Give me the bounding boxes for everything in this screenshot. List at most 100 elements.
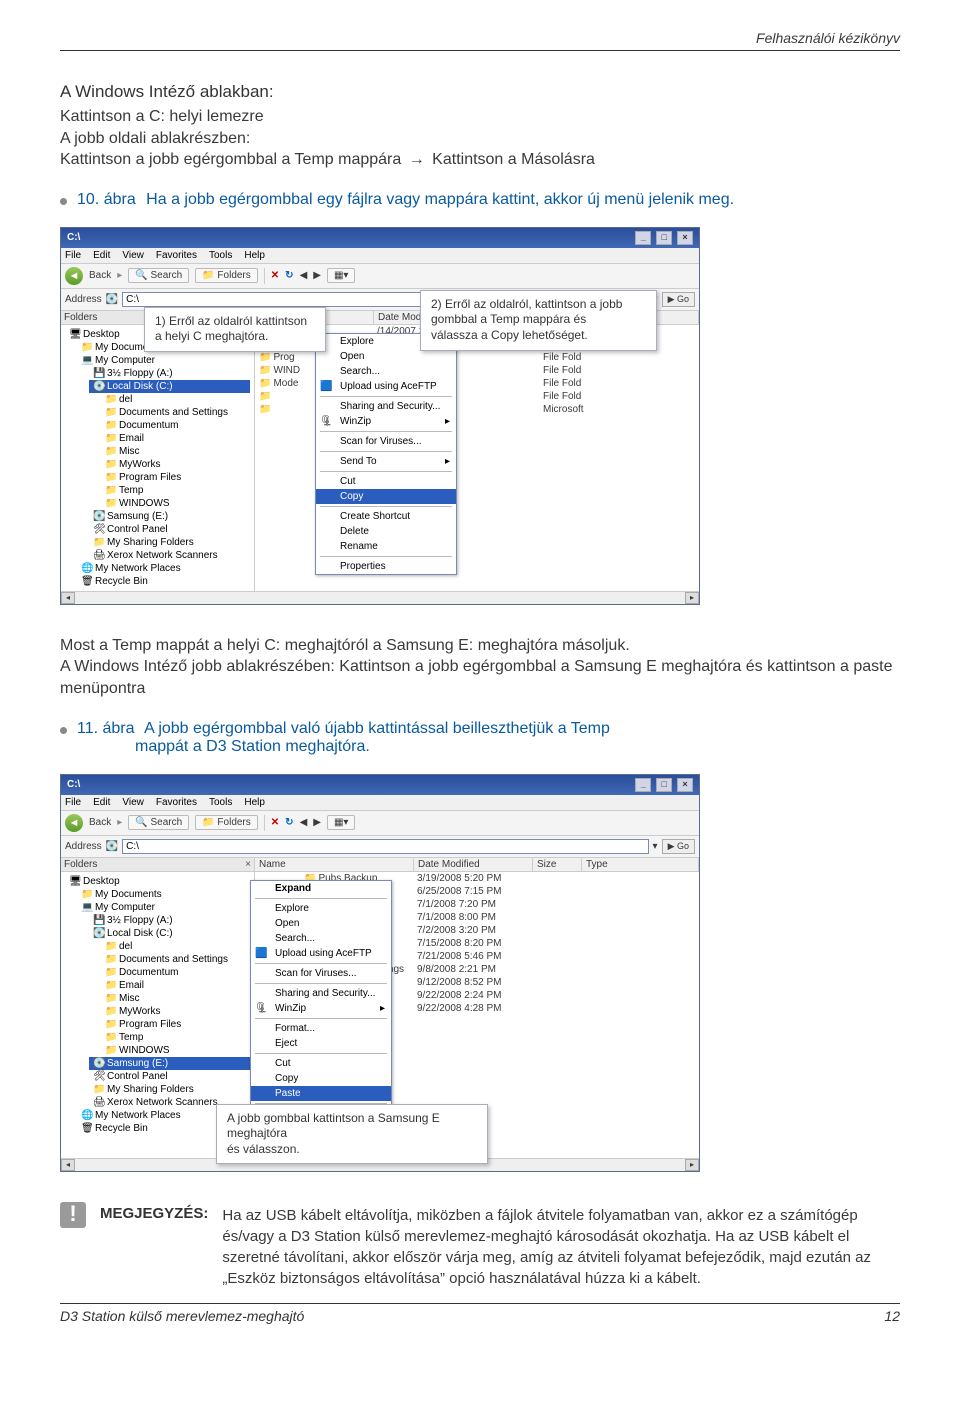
address-input[interactable] [122, 839, 648, 854]
stop-icon[interactable]: ✕ [271, 817, 279, 828]
maximize-button[interactable]: □ [656, 231, 672, 245]
tree-item[interactable]: 💻My Computer [77, 354, 250, 367]
scroll-bar[interactable]: ◂▸ [61, 591, 699, 604]
context-menu[interactable]: ExpandExploreOpenSearch...Upload using A… [250, 880, 392, 1142]
minimize-button[interactable]: _ [635, 778, 651, 792]
prev-icon[interactable]: ◀ [300, 270, 308, 281]
context-menu-item[interactable]: Search... [251, 931, 391, 946]
tree-item[interactable]: 📁WINDOWS [101, 1044, 250, 1057]
search-button[interactable]: 🔍 Search [128, 815, 189, 830]
context-menu-item[interactable]: Sharing and Security... [251, 986, 391, 1001]
tree-item[interactable]: 📁MyWorks [101, 1005, 250, 1018]
close-button[interactable]: × [677, 778, 693, 792]
go-button[interactable]: ▶ Go [662, 839, 695, 854]
col-name[interactable]: Name [255, 858, 414, 871]
tree-item[interactable]: 🛠Control Panel [89, 1070, 250, 1083]
col-size[interactable]: Size [533, 858, 582, 871]
tree-item[interactable]: 💻My Computer [77, 901, 250, 914]
context-menu-item[interactable]: Explore [251, 901, 391, 916]
minimize-button[interactable]: _ [635, 231, 651, 245]
context-menu-item[interactable]: Send To [316, 454, 456, 469]
tree-item[interactable]: 📁Documents and Settings [101, 406, 250, 419]
menu-item[interactable]: View [122, 797, 144, 808]
context-menu-item[interactable]: Copy [316, 489, 456, 504]
tree-item[interactable]: 📁My Sharing Folders [89, 1083, 250, 1096]
context-menu-item[interactable]: Open [251, 916, 391, 931]
close-panel-icon[interactable]: × [245, 859, 251, 870]
tree-item[interactable]: 📁Documentum [101, 419, 250, 432]
context-menu-item[interactable]: Format... [251, 1021, 391, 1036]
tree-item[interactable]: 🛠Control Panel [89, 523, 250, 536]
address-dropdown-icon[interactable]: ▾ [653, 841, 658, 852]
folders-button[interactable]: 📁 Folders [195, 815, 258, 830]
menu-item[interactable]: Help [244, 250, 265, 261]
context-menu-item[interactable]: Upload using AceFTP🟦 [251, 946, 391, 961]
menu-item[interactable]: Tools [209, 797, 232, 808]
tree-item[interactable]: 📁Documentum [101, 966, 250, 979]
tree-item[interactable]: 📁WINDOWS [101, 497, 250, 510]
tree-item[interactable]: 📁Documents and Settings [101, 953, 250, 966]
context-menu-item[interactable]: Search... [316, 364, 456, 379]
context-menu-item[interactable]: Open [316, 349, 456, 364]
tree-item[interactable]: 💽Local Disk (C:) [89, 927, 250, 940]
tree-item[interactable]: 📁Temp [101, 484, 250, 497]
tree-item[interactable]: 📁del [101, 940, 250, 953]
menu-item[interactable]: Tools [209, 250, 232, 261]
back-label[interactable]: Back [89, 817, 111, 828]
next-icon[interactable]: ▶ [313, 270, 321, 281]
context-menu-item[interactable]: Scan for Viruses... [251, 966, 391, 981]
close-button[interactable]: × [677, 231, 693, 245]
context-menu-item[interactable]: Upload using AceFTP🟦 [316, 379, 456, 394]
folders-button[interactable]: 📁 Folders [195, 268, 258, 283]
tree-item[interactable]: 💽Samsung (E:) [89, 510, 250, 523]
menu-item[interactable]: Edit [93, 250, 110, 261]
context-menu-item[interactable]: Sharing and Security... [316, 399, 456, 414]
col-type[interactable]: Type [582, 858, 699, 871]
tree-item[interactable]: 💾3½ Floppy (A:) [89, 914, 250, 927]
menu-item[interactable]: Favorites [156, 797, 197, 808]
views-button[interactable]: ▦▾ [327, 268, 355, 283]
context-menu-item[interactable]: Copy [251, 1071, 391, 1086]
context-menu-item[interactable]: Delete [316, 524, 456, 539]
tree-item[interactable]: 💽Local Disk (C:) [89, 380, 250, 393]
back-button[interactable]: ◄ [65, 267, 83, 285]
file-list[interactable]: Name Date Modified Size Type 📁Docu/14/20… [255, 311, 699, 591]
back-label[interactable]: Back [89, 270, 111, 281]
refresh-icon[interactable]: ↻ [285, 270, 293, 281]
context-menu-item[interactable]: Create Shortcut [316, 509, 456, 524]
forward-button[interactable]: ▸ [117, 817, 122, 828]
forward-button[interactable]: ▸ [117, 270, 122, 281]
tree-item[interactable]: 📁Temp [101, 1031, 250, 1044]
prev-icon[interactable]: ◀ [300, 817, 308, 828]
tree-item[interactable]: 📁Program Files [101, 1018, 250, 1031]
context-menu-item[interactable]: WinZip🗜 [251, 1001, 391, 1016]
next-icon[interactable]: ▶ [313, 817, 321, 828]
tree-item[interactable]: 📁MyWorks [101, 458, 250, 471]
views-button[interactable]: ▦▾ [327, 815, 355, 830]
tree-item[interactable]: 📁My Documents [77, 888, 250, 901]
tree-item[interactable]: 📁Email [101, 979, 250, 992]
tree-item[interactable]: 📁del [101, 393, 250, 406]
menu-item[interactable]: Edit [93, 797, 110, 808]
menu-item[interactable]: Help [244, 797, 265, 808]
maximize-button[interactable]: □ [656, 778, 672, 792]
window-titlebar[interactable]: C:\ _ □ × [61, 775, 699, 795]
tree-item[interactable]: 📁Misc [101, 992, 250, 1005]
tree-item[interactable]: 🗑Recycle Bin [77, 575, 250, 588]
tree-item[interactable]: 🌐My Network Places [77, 562, 250, 575]
context-menu-item[interactable]: Scan for Viruses... [316, 434, 456, 449]
back-button[interactable]: ◄ [65, 814, 83, 832]
context-menu-item[interactable]: Properties [316, 559, 456, 574]
menu-item[interactable]: File [65, 797, 81, 808]
context-menu-item[interactable]: Paste [251, 1086, 391, 1101]
tree-item[interactable]: 💽Samsung (E:) [89, 1057, 250, 1070]
tree-item[interactable]: 🖨Xerox Network Scanners [89, 549, 250, 562]
menu-item[interactable]: View [122, 250, 144, 261]
tree-item[interactable]: 🖥Desktop [65, 875, 250, 888]
context-menu-item[interactable]: Cut [316, 474, 456, 489]
menu-item[interactable]: Favorites [156, 250, 197, 261]
context-menu-item[interactable]: Eject [251, 1036, 391, 1051]
context-menu-item[interactable]: Cut [251, 1056, 391, 1071]
tree-item[interactable]: 📁Misc [101, 445, 250, 458]
tree-item[interactable]: 📁Email [101, 432, 250, 445]
